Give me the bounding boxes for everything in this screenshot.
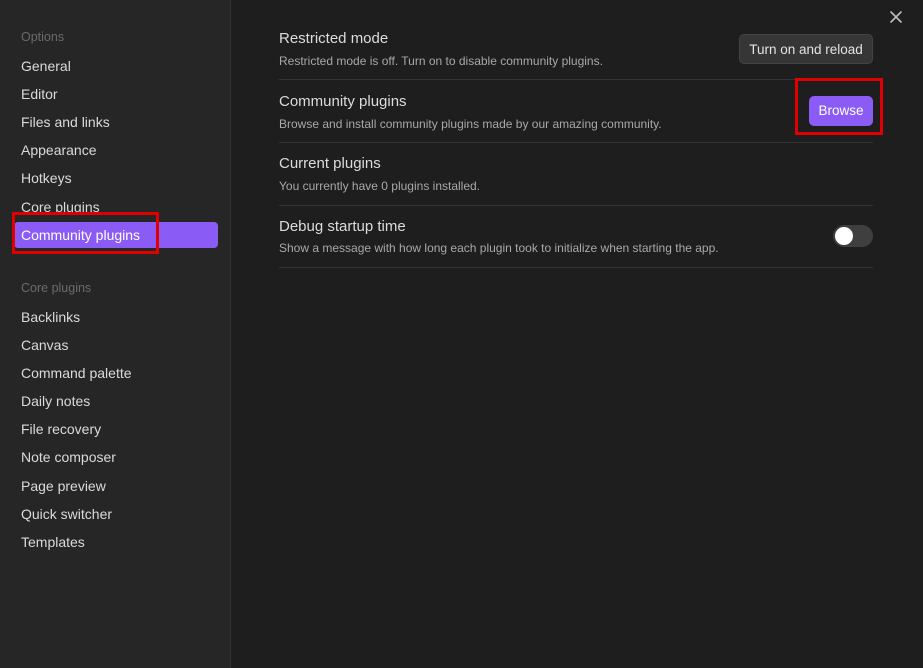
options-section-label: Options <box>21 30 65 44</box>
sidebar-item-canvas[interactable]: Canvas <box>14 332 218 358</box>
sidebar-item-page-preview[interactable]: Page preview <box>14 473 218 499</box>
browse-button[interactable]: Browse <box>809 96 873 126</box>
sidebar-item-templates[interactable]: Templates <box>14 529 218 555</box>
setting-description: Browse and install community plugins mad… <box>279 117 662 131</box>
sidebar-item-editor[interactable]: Editor <box>14 81 218 107</box>
setting-name: Current plugins <box>279 155 381 172</box>
settings-sidebar: Options General Editor Files and links A… <box>0 0 231 668</box>
setting-description: You currently have 0 plugins installed. <box>279 179 481 193</box>
setting-description: Show a message with how long each plugin… <box>279 241 719 255</box>
sidebar-item-files-and-links[interactable]: Files and links <box>14 109 218 135</box>
setting-description: Restricted mode is off. Turn on to disab… <box>279 54 603 68</box>
sidebar-item-quick-switcher[interactable]: Quick switcher <box>14 501 218 527</box>
core-plugins-section-label: Core plugins <box>21 281 92 295</box>
sidebar-item-file-recovery[interactable]: File recovery <box>14 416 218 442</box>
setting-debug-startup-time: Debug startup time Show a message with h… <box>279 206 873 268</box>
sidebar-item-core-plugins[interactable]: Core plugins <box>14 194 218 220</box>
sidebar-item-command-palette[interactable]: Command palette <box>14 360 218 386</box>
settings-content: Restricted mode Restricted mode is off. … <box>232 0 923 668</box>
sidebar-item-appearance[interactable]: Appearance <box>14 137 218 163</box>
sidebar-item-hotkeys[interactable]: Hotkeys <box>14 165 218 191</box>
sidebar-item-general[interactable]: General <box>14 53 218 79</box>
debug-startup-toggle[interactable] <box>833 225 873 247</box>
setting-restricted-mode: Restricted mode Restricted mode is off. … <box>279 24 873 80</box>
setting-name: Community plugins <box>279 93 407 110</box>
setting-community-plugins: Community plugins Browse and install com… <box>279 80 873 143</box>
sidebar-item-community-plugins[interactable]: Community plugins <box>14 222 218 248</box>
sidebar-item-backlinks[interactable]: Backlinks <box>14 304 218 330</box>
sidebar-item-note-composer[interactable]: Note composer <box>14 444 218 470</box>
setting-name: Restricted mode <box>279 30 389 47</box>
turn-on-and-reload-button[interactable]: Turn on and reload <box>739 34 873 64</box>
setting-name: Debug startup time <box>279 218 406 235</box>
setting-current-plugins: Current plugins You currently have 0 plu… <box>279 143 873 206</box>
close-icon[interactable] <box>885 6 907 28</box>
sidebar-item-daily-notes[interactable]: Daily notes <box>14 388 218 414</box>
toggle-knob <box>835 227 853 245</box>
